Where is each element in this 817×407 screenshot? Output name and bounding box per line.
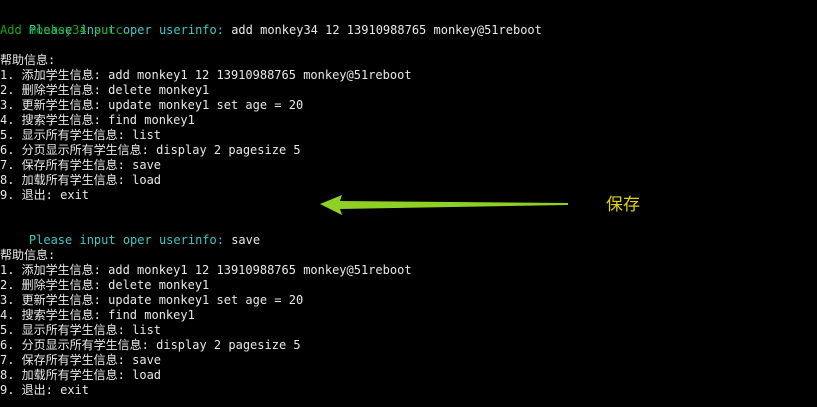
help-item: 8. 加载所有学生信息: load xyxy=(0,173,162,187)
help-item: 2. 删除学生信息: delete monkey1 xyxy=(0,278,210,292)
help-header: 帮助信息: xyxy=(0,53,56,67)
help-item: 4. 搜索学生信息: find monkey1 xyxy=(0,113,195,127)
help-item: 4. 搜索学生信息: find monkey1 xyxy=(0,308,195,322)
help-header: 帮助信息: xyxy=(0,248,56,262)
help-item: 6. 分页显示所有学生信息: display 2 pagesize 5 xyxy=(0,338,301,352)
arrow-left-icon xyxy=(320,195,568,215)
help-item: 9. 退出: exit xyxy=(0,188,90,202)
help-item: 8. 加载所有学生信息: load xyxy=(0,368,162,382)
help-item: 9. 退出: exit xyxy=(0,383,90,397)
help-item: 5. 显示所有学生信息: list xyxy=(0,128,162,142)
help-item: 3. 更新学生信息: update monkey1 set age = 20 xyxy=(0,293,304,307)
prompt-text: Please input oper userinfo: xyxy=(28,233,224,247)
terminal-window[interactable]: Please input oper userinfo: add monkey34… xyxy=(0,0,817,407)
help-item: 7. 保存所有学生信息: save xyxy=(0,158,162,172)
command-line-2: Please input oper userinfo: save xyxy=(0,218,260,247)
help-item: 1. 添加学生信息: add monkey1 12 13910988765 mo… xyxy=(0,68,412,82)
help-item: 6. 分页显示所有学生信息: display 2 pagesize 5 xyxy=(0,143,301,157)
help-item: 2. 删除学生信息: delete monkey1 xyxy=(0,83,210,97)
command-text: add monkey34 12 13910988765 monkey@51reb… xyxy=(223,23,542,37)
help-item: 1. 添加学生信息: add monkey1 12 13910988765 mo… xyxy=(0,263,412,277)
help-item: 3. 更新学生信息: update monkey1 set age = 20 xyxy=(0,98,304,112)
command-text: save xyxy=(223,233,261,247)
help-item: 5. 显示所有学生信息: list xyxy=(0,323,162,337)
command-line-1: Please input oper userinfo: add monkey34… xyxy=(0,8,542,37)
success-message: Add monkey34 succ. xyxy=(0,23,131,37)
annotation-label: 保存 xyxy=(606,195,640,215)
help-item: 7. 保存所有学生信息: save xyxy=(0,353,162,367)
